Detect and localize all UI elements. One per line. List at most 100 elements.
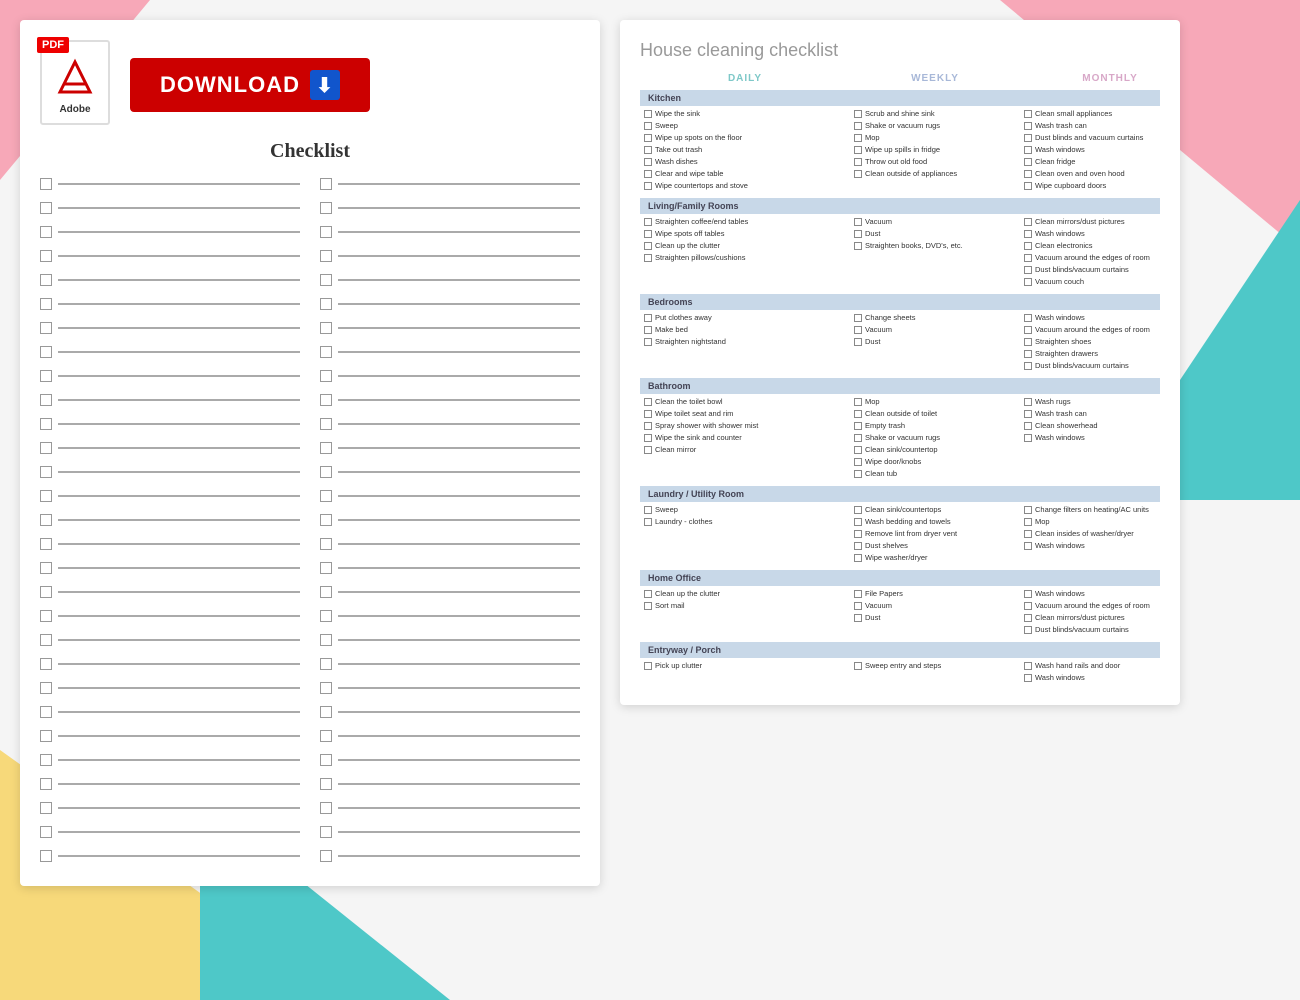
- checkbox[interactable]: [320, 202, 332, 214]
- task-checkbox[interactable]: [1024, 362, 1032, 370]
- checkbox[interactable]: [320, 826, 332, 838]
- task-checkbox[interactable]: [1024, 530, 1032, 538]
- task-checkbox[interactable]: [1024, 542, 1032, 550]
- task-checkbox[interactable]: [1024, 182, 1032, 190]
- task-checkbox[interactable]: [644, 182, 652, 190]
- task-checkbox[interactable]: [644, 146, 652, 154]
- task-checkbox[interactable]: [854, 230, 862, 238]
- task-checkbox[interactable]: [644, 410, 652, 418]
- checkbox[interactable]: [40, 370, 52, 382]
- task-checkbox[interactable]: [644, 158, 652, 166]
- task-checkbox[interactable]: [644, 602, 652, 610]
- checkbox[interactable]: [40, 466, 52, 478]
- checkbox[interactable]: [320, 298, 332, 310]
- checkbox[interactable]: [320, 754, 332, 766]
- checkbox[interactable]: [320, 610, 332, 622]
- checkbox[interactable]: [320, 466, 332, 478]
- task-checkbox[interactable]: [854, 314, 862, 322]
- task-checkbox[interactable]: [854, 614, 862, 622]
- task-checkbox[interactable]: [1024, 158, 1032, 166]
- checkbox[interactable]: [40, 850, 52, 862]
- task-checkbox[interactable]: [644, 662, 652, 670]
- checkbox[interactable]: [40, 730, 52, 742]
- checkbox[interactable]: [320, 322, 332, 334]
- checkbox[interactable]: [40, 202, 52, 214]
- task-checkbox[interactable]: [1024, 590, 1032, 598]
- checkbox[interactable]: [40, 490, 52, 502]
- task-checkbox[interactable]: [1024, 674, 1032, 682]
- task-checkbox[interactable]: [1024, 350, 1032, 358]
- checkbox[interactable]: [40, 754, 52, 766]
- checkbox[interactable]: [320, 586, 332, 598]
- task-checkbox[interactable]: [854, 218, 862, 226]
- task-checkbox[interactable]: [1024, 230, 1032, 238]
- task-checkbox[interactable]: [644, 242, 652, 250]
- task-checkbox[interactable]: [1024, 338, 1032, 346]
- task-checkbox[interactable]: [1024, 218, 1032, 226]
- task-checkbox[interactable]: [1024, 422, 1032, 430]
- task-checkbox[interactable]: [644, 506, 652, 514]
- task-checkbox[interactable]: [854, 170, 862, 178]
- checkbox[interactable]: [40, 346, 52, 358]
- checkbox[interactable]: [320, 802, 332, 814]
- task-checkbox[interactable]: [854, 554, 862, 562]
- task-checkbox[interactable]: [854, 326, 862, 334]
- task-checkbox[interactable]: [644, 170, 652, 178]
- task-checkbox[interactable]: [644, 422, 652, 430]
- task-checkbox[interactable]: [854, 518, 862, 526]
- task-checkbox[interactable]: [854, 602, 862, 610]
- task-checkbox[interactable]: [854, 542, 862, 550]
- checkbox[interactable]: [320, 394, 332, 406]
- task-checkbox[interactable]: [854, 398, 862, 406]
- checkbox[interactable]: [40, 226, 52, 238]
- task-checkbox[interactable]: [644, 326, 652, 334]
- task-checkbox[interactable]: [1024, 278, 1032, 286]
- task-checkbox[interactable]: [1024, 398, 1032, 406]
- task-checkbox[interactable]: [644, 590, 652, 598]
- checkbox[interactable]: [40, 682, 52, 694]
- task-checkbox[interactable]: [1024, 662, 1032, 670]
- checkbox[interactable]: [40, 658, 52, 670]
- checkbox[interactable]: [40, 322, 52, 334]
- task-checkbox[interactable]: [854, 110, 862, 118]
- checkbox[interactable]: [320, 850, 332, 862]
- checkbox[interactable]: [320, 730, 332, 742]
- task-checkbox[interactable]: [854, 146, 862, 154]
- checkbox[interactable]: [40, 610, 52, 622]
- checkbox[interactable]: [40, 442, 52, 454]
- checkbox[interactable]: [320, 346, 332, 358]
- task-checkbox[interactable]: [644, 338, 652, 346]
- task-checkbox[interactable]: [1024, 170, 1032, 178]
- checkbox[interactable]: [320, 370, 332, 382]
- task-checkbox[interactable]: [854, 134, 862, 142]
- download-button[interactable]: DOWNLOAD ⬇: [130, 58, 370, 112]
- task-checkbox[interactable]: [854, 158, 862, 166]
- task-checkbox[interactable]: [644, 218, 652, 226]
- task-checkbox[interactable]: [1024, 602, 1032, 610]
- checkbox[interactable]: [40, 514, 52, 526]
- checkbox[interactable]: [40, 778, 52, 790]
- checkbox[interactable]: [40, 250, 52, 262]
- checkbox[interactable]: [320, 634, 332, 646]
- checkbox[interactable]: [40, 418, 52, 430]
- task-checkbox[interactable]: [854, 410, 862, 418]
- task-checkbox[interactable]: [1024, 254, 1032, 262]
- task-checkbox[interactable]: [1024, 146, 1032, 154]
- task-checkbox[interactable]: [644, 446, 652, 454]
- task-checkbox[interactable]: [1024, 314, 1032, 322]
- task-checkbox[interactable]: [854, 122, 862, 130]
- checkbox[interactable]: [40, 826, 52, 838]
- checkbox[interactable]: [40, 706, 52, 718]
- checkbox[interactable]: [320, 538, 332, 550]
- task-checkbox[interactable]: [1024, 518, 1032, 526]
- checkbox[interactable]: [40, 274, 52, 286]
- task-checkbox[interactable]: [854, 422, 862, 430]
- task-checkbox[interactable]: [1024, 410, 1032, 418]
- checkbox[interactable]: [320, 562, 332, 574]
- task-checkbox[interactable]: [1024, 134, 1032, 142]
- task-checkbox[interactable]: [854, 506, 862, 514]
- task-checkbox[interactable]: [854, 470, 862, 478]
- checkbox[interactable]: [320, 682, 332, 694]
- checkbox[interactable]: [320, 514, 332, 526]
- task-checkbox[interactable]: [1024, 110, 1032, 118]
